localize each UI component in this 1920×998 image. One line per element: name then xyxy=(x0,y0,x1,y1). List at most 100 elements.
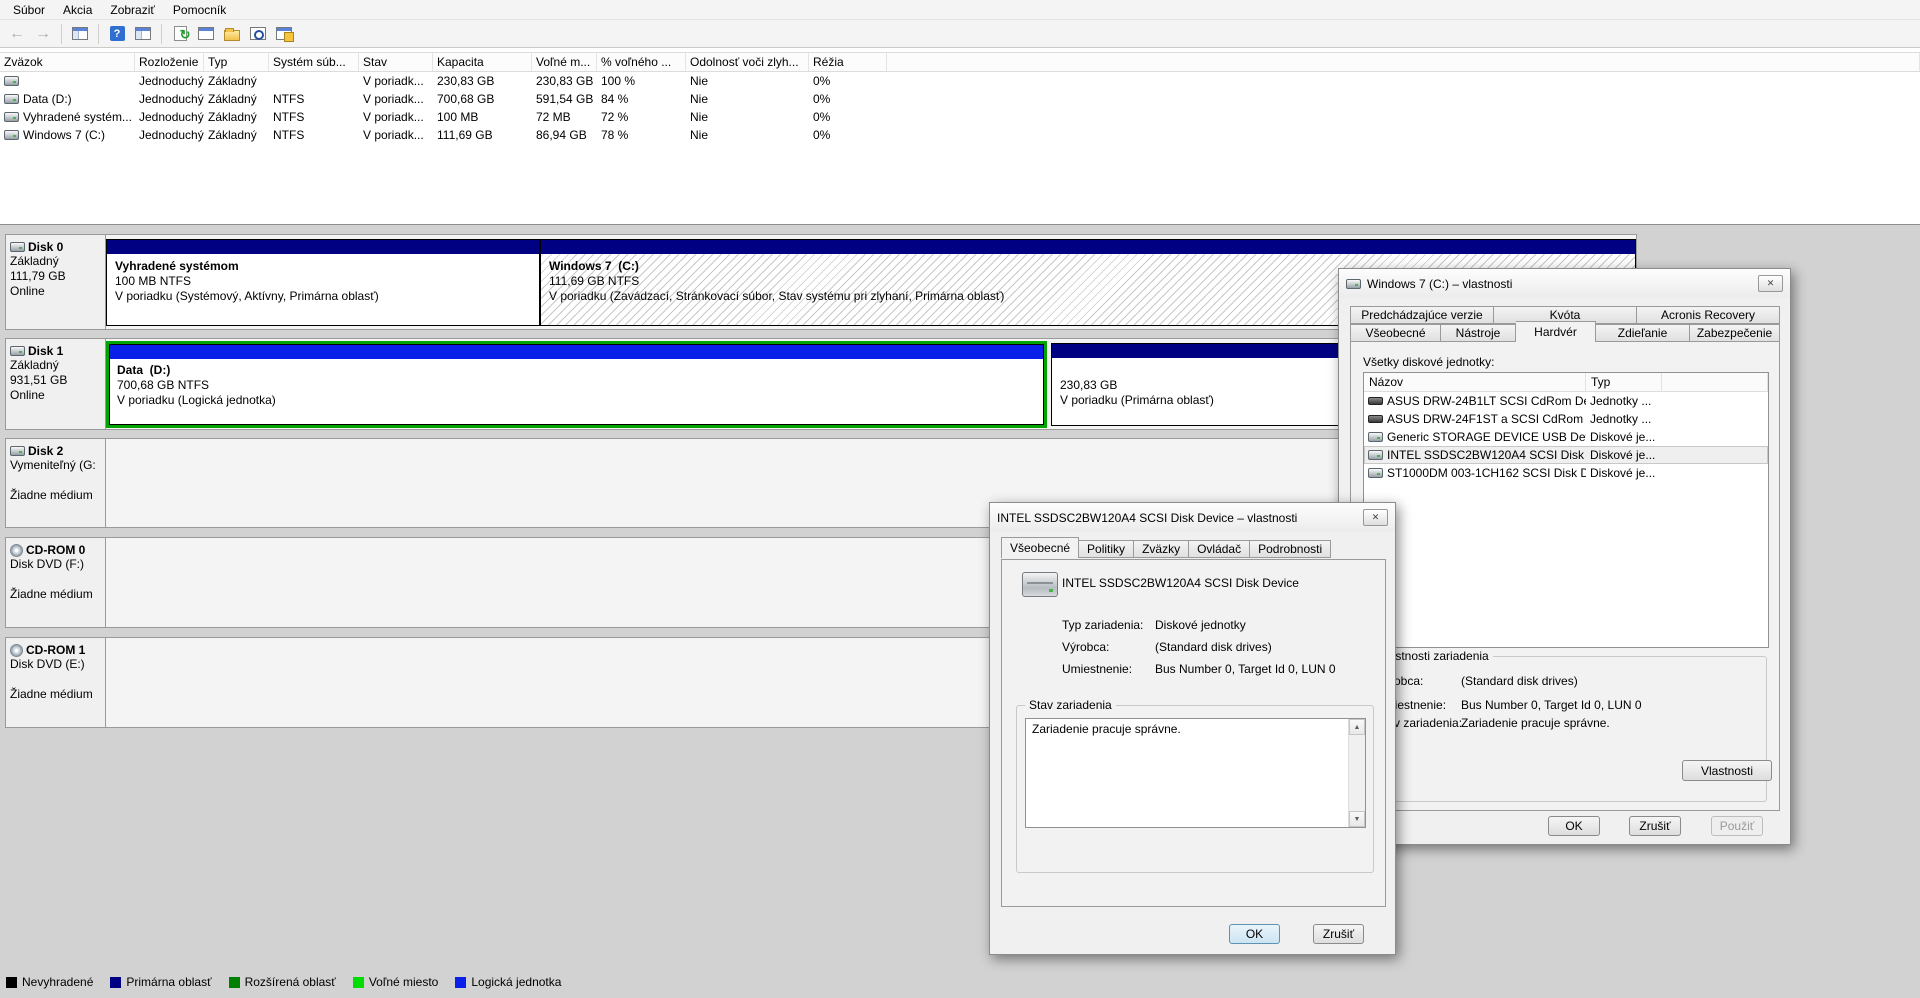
show-tree-button[interactable] xyxy=(131,22,155,46)
table-row[interactable]: Vyhradené systém... Jednoduchý Základný … xyxy=(0,108,1920,126)
scroll-down-icon[interactable]: ▼ xyxy=(1349,811,1365,827)
cd-drive-icon xyxy=(1368,397,1383,405)
tab-sharing[interactable]: Zdieľanie xyxy=(1596,324,1690,342)
forward-button[interactable]: → xyxy=(31,22,55,46)
tab-general[interactable]: Všeobecné xyxy=(1350,324,1441,342)
close-button[interactable]: ✕ xyxy=(1758,275,1783,292)
disk1-label[interactable]: Disk 1 Základný 931,51 GB Online xyxy=(6,339,106,429)
capacity-cell: 111,69 GB xyxy=(433,126,532,144)
properties-button[interactable] xyxy=(194,22,218,46)
properties-button[interactable]: Vlastnosti xyxy=(1682,760,1772,781)
tab-policies[interactable]: Politiky xyxy=(1079,540,1134,558)
partition-data-d[interactable]: Data (D:) 700,68 GB NTFS V poriadku (Log… xyxy=(106,341,1047,428)
tab-driver[interactable]: Ovládač xyxy=(1189,540,1250,558)
free-pct-cell: 84 % xyxy=(597,90,686,108)
device-name-cell: ASUS DRW-24F1ST a SCSI CdRom ... xyxy=(1364,410,1586,428)
location-label: Umiestnenie: xyxy=(1062,662,1132,676)
cdrom1-label[interactable]: CD-ROM 1 Disk DVD (E:) Žiadne médium xyxy=(6,638,106,727)
console-window-button[interactable] xyxy=(68,22,92,46)
menu-action[interactable]: Akcia xyxy=(54,1,101,19)
menu-help[interactable]: Pomocník xyxy=(164,1,235,19)
find-button[interactable] xyxy=(246,22,270,46)
ok-button[interactable]: OK xyxy=(1548,816,1600,836)
tab-tools[interactable]: Nástroje xyxy=(1441,324,1516,342)
disk-status: Žiadne médium xyxy=(10,687,103,702)
disk2-label[interactable]: Disk 2 Vymeniteľný (G: Žiadne médium xyxy=(6,439,106,527)
free-cell: 86,94 GB xyxy=(532,126,597,144)
dialog-title: INTEL SSDSC2BW120A4 SCSI Disk Device – v… xyxy=(997,511,1297,525)
scrollbar[interactable]: ▲ ▼ xyxy=(1348,719,1365,827)
menu-file[interactable]: Súbor xyxy=(4,1,54,19)
column-header-overhead[interactable]: Réžia xyxy=(809,53,887,71)
column-header-type[interactable]: Typ xyxy=(204,53,269,71)
list-item[interactable]: ASUS DRW-24F1ST a SCSI CdRom ... Jednotk… xyxy=(1364,410,1768,428)
device-status-textbox[interactable]: Zariadenie pracuje správne. ▲ ▼ xyxy=(1025,718,1366,828)
device-type-value: Diskové jednotky xyxy=(1155,618,1246,632)
tab-security[interactable]: Zabezpečenie xyxy=(1690,324,1780,342)
table-row[interactable]: Windows 7 (C:) Jednoduchý Základný NTFS … xyxy=(0,126,1920,144)
cancel-button[interactable]: Zrušiť xyxy=(1313,924,1364,944)
legend-label: Rozšírená oblasť xyxy=(245,975,336,989)
disk0-label[interactable]: Disk 0 Základný 111,79 GB Online xyxy=(6,235,106,329)
list-item-selected[interactable]: INTEL SSDSC2BW120A4 SCSI Disk D... Disko… xyxy=(1364,446,1768,464)
open-button[interactable] xyxy=(220,22,244,46)
device-properties-group: Vlastnosti zariadenia Výrobca: (Standard… xyxy=(1365,656,1767,802)
disk-size xyxy=(10,672,103,687)
apply-button[interactable]: Použiť xyxy=(1711,816,1763,836)
layout-cell: Jednoduchý xyxy=(135,108,204,126)
partition-name: Vyhradené systémom xyxy=(115,259,535,274)
column-header-name[interactable]: Názov xyxy=(1364,373,1586,391)
legend: Nevyhradené Primárna oblasť Rozšírená ob… xyxy=(6,975,561,989)
table-row[interactable]: Jednoduchý Základný V poriadk... 230,83 … xyxy=(0,72,1920,90)
column-header-status[interactable]: Stav xyxy=(359,53,433,71)
volume-table-header: Zväzok Rozloženie Typ Systém súb... Stav… xyxy=(0,52,1920,72)
back-button[interactable]: ← xyxy=(5,22,29,46)
table-row[interactable]: Data (D:) Jednoduchý Základný NTFS V por… xyxy=(0,90,1920,108)
tab-hardware[interactable]: Hardvér xyxy=(1516,321,1596,342)
empty-cell xyxy=(887,72,1920,90)
cdrom0-label[interactable]: CD-ROM 0 Disk DVD (F:) Žiadne médium xyxy=(6,538,106,627)
column-header-filesystem[interactable]: Systém súb... xyxy=(269,53,359,71)
column-header-volume[interactable]: Zväzok xyxy=(0,53,135,71)
partition-color-band xyxy=(107,240,539,254)
legend-label: Nevyhradené xyxy=(22,975,93,989)
device-type-label: Typ zariadenia: xyxy=(1062,618,1143,632)
column-header-type[interactable]: Typ xyxy=(1586,373,1662,391)
empty-cell xyxy=(887,126,1920,144)
column-header-fault-tolerance[interactable]: Odolnosť voči zlyh... xyxy=(686,53,809,71)
free-pct-cell: 72 % xyxy=(597,108,686,126)
disk-type: Vymeniteľný (G: xyxy=(10,458,103,473)
list-item[interactable]: ASUS DRW-24B1LT SCSI CdRom Dev... Jednot… xyxy=(1364,392,1768,410)
disk-size xyxy=(10,473,103,488)
column-header-free-pct[interactable]: % voľného ... xyxy=(597,53,686,71)
menu-view[interactable]: Zobraziť xyxy=(101,1,164,19)
scroll-up-icon[interactable]: ▲ xyxy=(1349,719,1365,735)
partition-system-reserved[interactable]: Vyhradené systémom 100 MB NTFS V poriadk… xyxy=(106,239,540,326)
volume-name-cell: Data (D:) xyxy=(0,90,135,108)
group-label: Stav zariadenia xyxy=(1025,698,1116,712)
column-header-layout[interactable]: Rozloženie xyxy=(135,53,204,71)
location-value: Bus Number 0, Target Id 0, LUN 0 xyxy=(1461,698,1642,712)
tab-previous-versions[interactable]: Predchádzajúce verzie xyxy=(1350,306,1494,324)
column-header-free[interactable]: Voľné m... xyxy=(532,53,597,71)
device-type-cell: Diskové je... xyxy=(1586,446,1662,464)
status-cell: V poriadk... xyxy=(359,108,433,126)
list-item[interactable]: ST1000DM 003-1CH162 SCSI Disk De... Disk… xyxy=(1364,464,1768,482)
tab-general[interactable]: Všeobecné xyxy=(1001,537,1079,558)
manage-button[interactable] xyxy=(272,22,296,46)
ok-button[interactable]: OK xyxy=(1229,924,1280,944)
close-button[interactable]: ✕ xyxy=(1363,509,1388,526)
status-cell: V poriadk... xyxy=(359,72,433,90)
list-item[interactable]: Generic STORAGE DEVICE USB Device Diskov… xyxy=(1364,428,1768,446)
device-name-cell: ASUS DRW-24B1LT SCSI CdRom Dev... xyxy=(1364,392,1586,410)
cancel-button[interactable]: Zrušiť xyxy=(1629,816,1681,836)
tab-acronis-recovery[interactable]: Acronis Recovery xyxy=(1637,306,1780,324)
help-button[interactable]: ? xyxy=(105,22,129,46)
refresh-button[interactable] xyxy=(168,22,192,46)
tab-details[interactable]: Podrobnosti xyxy=(1250,540,1331,558)
device-type-cell: Jednotky ... xyxy=(1586,410,1662,428)
tab-volumes[interactable]: Zväzky xyxy=(1134,540,1189,558)
disk-type: Disk DVD (E:) xyxy=(10,657,103,672)
column-header-capacity[interactable]: Kapacita xyxy=(433,53,532,71)
disk-drive-icon xyxy=(1368,468,1383,478)
